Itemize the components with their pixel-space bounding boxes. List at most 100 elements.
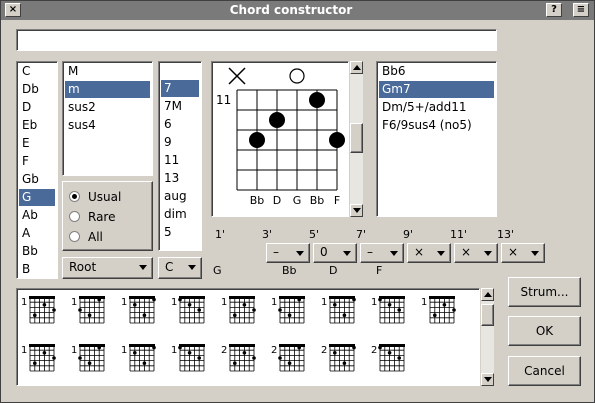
chord-variant[interactable]: 1 (121, 296, 156, 324)
finger-dot (269, 112, 285, 128)
string-note-label: Bb (250, 194, 265, 207)
chord-variant[interactable]: 1 (71, 344, 105, 372)
chord-variant[interactable]: 1 (171, 296, 205, 324)
extension-item[interactable]: 7M (161, 98, 199, 115)
chevron-down-icon (296, 251, 304, 256)
root-note-item[interactable]: D (19, 99, 55, 116)
root-note-item[interactable]: G (19, 189, 55, 206)
chord-variant[interactable]: 2 (221, 344, 256, 372)
diagram-scrollbar[interactable] (350, 61, 363, 217)
chord-variant[interactable]: 2 (321, 344, 356, 372)
chord-variant[interactable]: 2 (371, 344, 405, 372)
extension-item[interactable]: 7 (161, 80, 199, 97)
scroll-down-icon[interactable] (350, 204, 363, 217)
variants-scrollbar[interactable] (481, 288, 494, 386)
title-bar[interactable]: Chord constructor ? ≡ × (1, 1, 594, 20)
radio-label: Usual (88, 190, 122, 204)
extension-item[interactable]: dim (161, 206, 199, 223)
frequency-radio-all[interactable]: All (69, 228, 103, 246)
chord-variant[interactable]: 2 (271, 344, 305, 372)
step-select[interactable]: – (266, 243, 310, 263)
chord-name-item[interactable]: Bb6 (379, 63, 494, 80)
root-note-item[interactable]: B (19, 261, 55, 278)
chord-name-item[interactable]: F6/9sus4 (no5) (379, 117, 494, 134)
help-button[interactable]: ? (546, 3, 562, 17)
chord-diagram[interactable]: 11 Bb D G Bb F (211, 61, 349, 217)
open-marker (289, 68, 305, 84)
radio-label: All (88, 230, 103, 244)
root-note-item[interactable]: Bb (19, 243, 55, 260)
bass-mode-select[interactable]: Root (62, 257, 153, 279)
root-note-item[interactable]: E (19, 135, 55, 152)
strum-button[interactable]: Strum... (508, 277, 581, 307)
ok-button[interactable]: OK (508, 316, 581, 346)
svg-text:1: 1 (371, 297, 377, 308)
root-note-item[interactable]: Eb (19, 117, 55, 134)
svg-text:1: 1 (421, 297, 427, 308)
frequency-radio-rare[interactable]: Rare (69, 208, 115, 226)
chevron-down-icon (484, 251, 492, 256)
chevron-down-icon (531, 251, 539, 256)
root-note-item[interactable]: Gb (19, 171, 55, 188)
chord-type-item[interactable]: sus4 (65, 117, 150, 134)
scroll-thumb[interactable] (350, 123, 363, 153)
extension-item[interactable]: 6 (161, 116, 199, 133)
chord-variant[interactable]: 1 (71, 296, 105, 324)
frequency-radio-usual[interactable]: Usual (69, 188, 121, 206)
chord-variants-panel[interactable]: 1 1 1 1 1 1 1 1 1 1 1 1 1 2 2 2 2 (16, 288, 480, 386)
root-note-item[interactable]: Ab (19, 207, 55, 224)
step-value: 0 (320, 245, 328, 259)
chord-name-item[interactable]: Dm/5+/add11 (379, 99, 494, 116)
string-note-label: F (334, 194, 340, 207)
step-select[interactable]: × (407, 243, 451, 263)
radio-icon (69, 211, 80, 222)
extension-item[interactable]: 9 (161, 134, 199, 151)
menu-button[interactable]: ≡ (573, 3, 589, 17)
extension-item[interactable]: aug (161, 188, 199, 205)
svg-text:2: 2 (271, 345, 277, 356)
step-select[interactable]: × (501, 243, 545, 263)
chord-variant[interactable]: 1 (321, 296, 356, 324)
root-note-item[interactable]: C (19, 63, 55, 80)
chord-variant[interactable]: 1 (221, 296, 256, 324)
extension-list[interactable]: 7 7M 6 9 11 13 aug dim 5 (158, 61, 202, 251)
step-value: × (414, 245, 425, 259)
chord-names-list[interactable]: Bb6 Gm7 Dm/5+/add11 F6/9sus4 (no5) (376, 61, 497, 217)
chord-variant[interactable]: 1 (271, 296, 305, 324)
root-note-item[interactable]: A (19, 225, 55, 242)
scroll-thumb[interactable] (481, 304, 494, 326)
chord-name-item[interactable]: Gm7 (379, 81, 494, 98)
root-note-item[interactable]: F (19, 153, 55, 170)
scroll-up-icon[interactable] (350, 61, 363, 74)
chord-type-item[interactable]: m (65, 81, 150, 98)
extension-item[interactable]: 11 (161, 152, 199, 169)
chord-variant[interactable]: 1 (421, 296, 456, 324)
svg-text:1: 1 (71, 297, 77, 308)
chord-variant[interactable]: 1 (21, 296, 56, 324)
chord-type-item[interactable]: M (65, 63, 150, 80)
step-select[interactable]: – (360, 243, 404, 263)
root-note-list[interactable]: C Db D Eb E F Gb G Ab A Bb B (16, 61, 58, 279)
scroll-up-icon[interactable] (481, 288, 494, 301)
chord-variant[interactable]: 1 (21, 344, 56, 372)
bass-note-select[interactable]: C (158, 257, 202, 279)
chord-variant[interactable]: 1 (371, 296, 405, 324)
step-select[interactable]: × (454, 243, 498, 263)
svg-text:1: 1 (121, 345, 127, 356)
chord-type-list[interactable]: Mm sus2 sus4 (62, 61, 153, 176)
chord-variant[interactable]: 1 (171, 344, 205, 372)
variants-svg: 1 1 1 1 1 1 1 1 1 1 1 1 1 2 2 2 2 (21, 296, 456, 372)
scroll-down-icon[interactable] (481, 373, 494, 386)
svg-text:1: 1 (21, 297, 27, 308)
extension-item[interactable]: 5 (161, 224, 199, 241)
chord-type-item[interactable]: sus2 (65, 99, 150, 116)
extension-item[interactable]: 13 (161, 170, 199, 187)
root-note-item[interactable]: Db (19, 81, 55, 98)
close-button[interactable]: × (5, 3, 21, 17)
svg-text:1: 1 (121, 297, 127, 308)
chord-name-input[interactable] (16, 29, 497, 51)
chord-variant[interactable]: 1 (121, 344, 156, 372)
step-select[interactable]: 0 (313, 243, 357, 263)
finger-dot (249, 132, 265, 148)
cancel-button[interactable]: Cancel (508, 356, 581, 386)
